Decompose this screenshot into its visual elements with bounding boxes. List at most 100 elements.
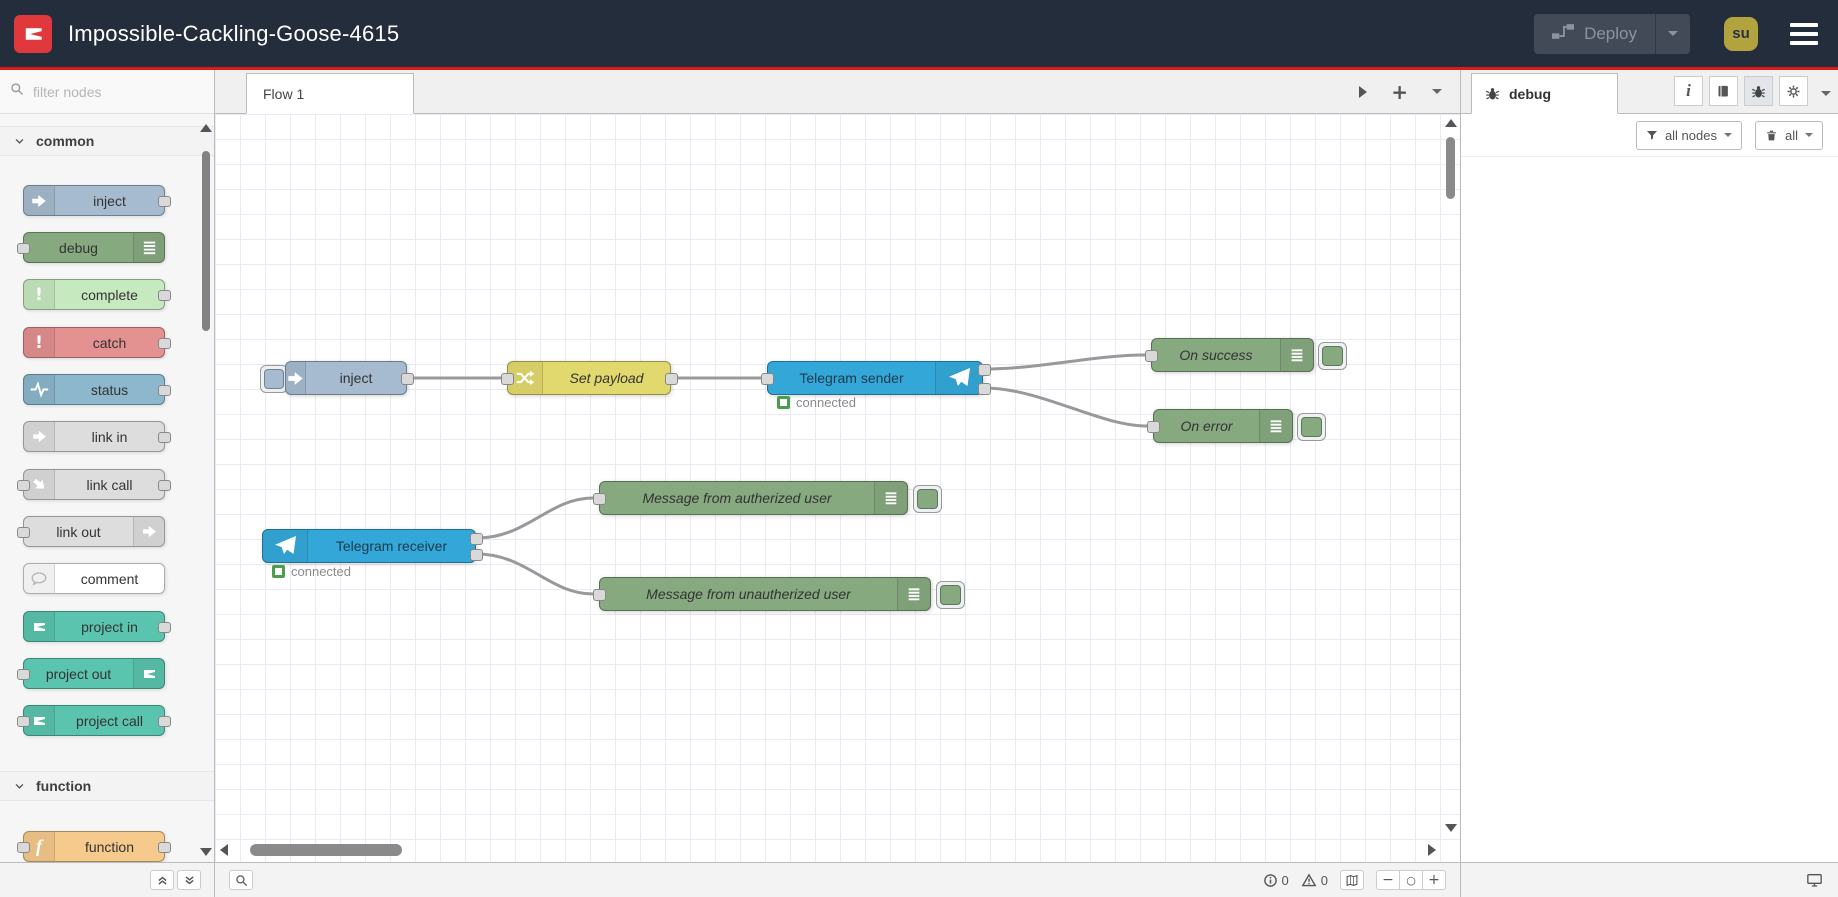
palette-node-link-call[interactable]: link call: [17, 469, 171, 500]
palette-node-project-out[interactable]: project out: [17, 658, 165, 689]
gear-icon: [1787, 85, 1800, 97]
tab-debug[interactable]: debug: [1471, 73, 1618, 114]
output-port-2[interactable]: [978, 383, 991, 395]
debug-filter-button[interactable]: all nodes: [1635, 120, 1742, 150]
output-port-2[interactable]: [470, 549, 483, 561]
add-flow-button[interactable]: +: [1391, 82, 1408, 102]
input-port[interactable]: [593, 589, 606, 601]
comment-bubble-icon: [24, 564, 55, 593]
node-status: connected: [272, 564, 351, 579]
canvas-search-button[interactable]: [229, 870, 253, 890]
palette-filter-input[interactable]: [31, 82, 185, 101]
main-menu-button[interactable]: [1790, 22, 1818, 45]
output-port: [158, 290, 171, 301]
palette-scrollbar[interactable]: [200, 118, 212, 858]
input-port[interactable]: [1147, 421, 1160, 433]
palette-node-link-out[interactable]: link out: [17, 516, 165, 547]
node-telegram-sender[interactable]: Telegram sender: [767, 361, 983, 395]
palette-node-link-in[interactable]: link in: [23, 421, 171, 452]
info-counter[interactable]: 0: [1263, 873, 1289, 888]
node-set-payload[interactable]: Set payload: [507, 361, 671, 395]
node-message-unauthorized[interactable]: Message from unautherized user: [599, 577, 931, 611]
open-console-button[interactable]: [1802, 870, 1826, 890]
palette-category-common[interactable]: common: [0, 126, 214, 156]
scroll-right-icon[interactable]: [1428, 844, 1436, 856]
flow-canvas[interactable]: inject Set payload Telegram sender conne…: [215, 114, 1460, 862]
palette-node-comment[interactable]: comment: [23, 563, 165, 594]
palette-node-catch[interactable]: ! catch: [23, 327, 171, 358]
zoom-in-button[interactable]: +: [1422, 870, 1446, 890]
tab-scroll-right-icon[interactable]: [1359, 85, 1368, 98]
output-port-1[interactable]: [978, 364, 991, 376]
scroll-left-icon[interactable]: [220, 844, 228, 856]
debug-toggle-button[interactable]: [1318, 342, 1347, 370]
output-port[interactable]: [401, 373, 414, 385]
input-port[interactable]: [501, 373, 514, 385]
link-out-icon: [133, 517, 164, 546]
expand-all-button[interactable]: [177, 870, 201, 890]
scrollbar-thumb[interactable]: [250, 844, 402, 856]
status-ring-icon: [777, 396, 790, 409]
node-inject[interactable]: inject: [285, 361, 407, 395]
palette-node-status[interactable]: status: [23, 374, 171, 405]
node-message-authorized[interactable]: Message from autherized user: [599, 481, 908, 515]
collapse-all-button[interactable]: [150, 870, 174, 890]
node-telegram-receiver[interactable]: Telegram receiver: [262, 529, 476, 563]
deploy-button[interactable]: Deploy: [1534, 13, 1690, 54]
node-on-error[interactable]: On error: [1153, 409, 1293, 443]
tab-flow-1[interactable]: Flow 1: [246, 73, 414, 114]
debug-tab-button[interactable]: [1744, 76, 1773, 106]
double-chevron-up-icon: [157, 876, 167, 885]
canvas-horizontal-scrollbar[interactable]: [220, 843, 1436, 857]
palette-node-debug[interactable]: debug: [17, 232, 165, 263]
chevron-down-icon: [1805, 133, 1813, 141]
debug-toggle-button[interactable]: [913, 485, 942, 513]
deploy-options-button[interactable]: [1655, 13, 1690, 54]
zoom-out-button[interactable]: −: [1376, 870, 1400, 890]
warning-counter[interactable]: 0: [1301, 873, 1328, 888]
scroll-down-icon[interactable]: [200, 848, 212, 856]
scroll-up-icon[interactable]: [1445, 119, 1457, 127]
output-port-1[interactable]: [470, 533, 483, 545]
tabbar-actions: +: [1359, 70, 1442, 113]
search-icon: [235, 874, 247, 886]
palette-node-project-call[interactable]: project call: [17, 705, 171, 736]
debug-list-icon: [874, 482, 907, 514]
scroll-up-icon[interactable]: [200, 124, 212, 132]
debug-clear-button[interactable]: all: [1754, 120, 1823, 150]
info-tab-button[interactable]: i: [1674, 76, 1703, 106]
zoom-reset-button[interactable]: ○: [1399, 870, 1423, 890]
output-port: [158, 842, 171, 853]
scrollbar-thumb[interactable]: [1446, 137, 1455, 199]
bug-icon: [1752, 85, 1765, 97]
node-on-success[interactable]: On success: [1151, 338, 1314, 372]
book-icon: [1718, 85, 1728, 96]
config-tab-button[interactable]: [1779, 76, 1808, 106]
input-port[interactable]: [761, 373, 774, 385]
status-pulse-icon: [24, 375, 55, 404]
input-port[interactable]: [1145, 350, 1158, 362]
canvas-vertical-scrollbar[interactable]: [1444, 117, 1457, 834]
scroll-down-icon[interactable]: [1445, 824, 1457, 832]
canvas-footer: 0 0 − ○ +: [215, 862, 1460, 897]
palette-category-function[interactable]: function: [0, 771, 214, 801]
debug-toggle-button[interactable]: [1297, 413, 1326, 441]
palette-node-function[interactable]: f function: [17, 831, 171, 862]
chevron-down-icon: [15, 138, 24, 144]
debug-toggle-button[interactable]: [936, 581, 965, 609]
double-chevron-down-icon: [184, 875, 194, 884]
help-tab-button[interactable]: [1709, 76, 1738, 106]
input-port[interactable]: [593, 493, 606, 505]
palette-node-complete[interactable]: ! complete: [23, 279, 171, 310]
output-port[interactable]: [665, 373, 678, 385]
user-avatar[interactable]: su: [1724, 16, 1758, 51]
flow-list-dropdown-icon[interactable]: [1432, 89, 1442, 99]
palette-node-project-in[interactable]: project in: [23, 611, 171, 642]
inject-run-button[interactable]: [260, 365, 288, 393]
sidebar-menu-icon[interactable]: [1821, 91, 1831, 101]
navigator-toggle-button[interactable]: [1340, 870, 1364, 890]
funnel-icon: [1646, 131, 1657, 140]
node-red-app: Impossible-Cackling-Goose-4615 Deploy su: [0, 0, 1838, 897]
scrollbar-thumb[interactable]: [202, 151, 210, 331]
palette-node-inject[interactable]: inject: [23, 185, 171, 216]
